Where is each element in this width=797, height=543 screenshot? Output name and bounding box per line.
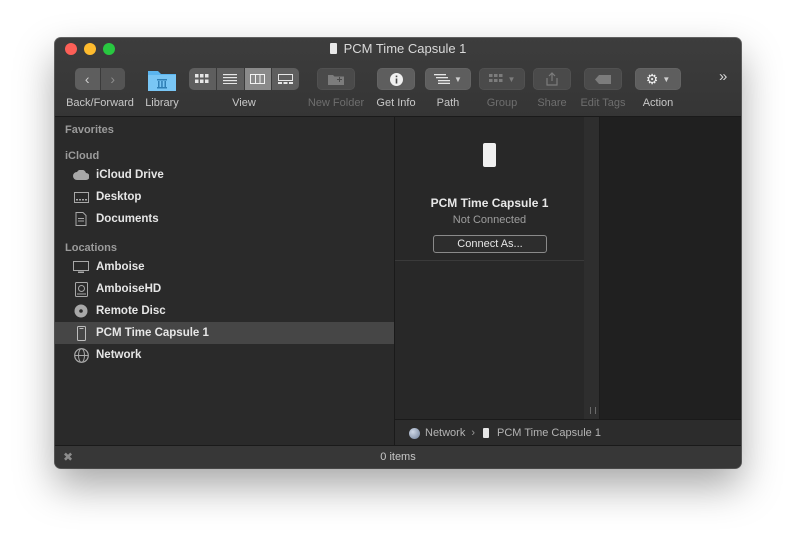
column-divider[interactable] xyxy=(584,117,600,419)
chevron-down-icon: ▼ xyxy=(662,74,671,84)
window-title: PCM Time Capsule 1 xyxy=(55,41,741,57)
gallery-view-button[interactable] xyxy=(272,68,299,90)
sidebar-section-icloud: iCloud xyxy=(65,150,100,162)
chevron-down-icon: ▼ xyxy=(454,74,462,84)
browser-column-preview: PCM Time Capsule 1 Not Connected Connect… xyxy=(395,117,585,419)
sidebar-section-locations: Locations xyxy=(65,242,117,254)
item-count: 0 items xyxy=(380,451,416,463)
path-list-icon xyxy=(434,74,451,84)
chevron-left-icon: ‹ xyxy=(84,71,90,87)
share-button[interactable] xyxy=(533,68,571,90)
path-bar: Network › PCM Time Capsule 1 xyxy=(395,419,741,446)
status-bar: ✖ 0 items xyxy=(55,445,741,468)
new-folder-label: New Folder xyxy=(307,97,365,109)
back-forward-label: Back/Forward xyxy=(66,97,134,109)
sidebar-item-icloud-drive[interactable]: iCloud Drive xyxy=(55,164,394,186)
toolbar: PCM Time Capsule 1 ‹ › Back/Forward Libr… xyxy=(55,38,741,117)
path-item-pcm-time-capsule[interactable]: PCM Time Capsule 1 xyxy=(497,427,601,439)
sidebar: Favorites iCloud iCloud Drive Desktop Do… xyxy=(55,117,395,445)
grid-icon xyxy=(195,74,209,83)
get-info-button[interactable] xyxy=(377,68,415,90)
library-button[interactable] xyxy=(147,66,177,92)
time-capsule-icon xyxy=(73,325,89,341)
connection-status: Not Connected xyxy=(452,214,527,226)
disc-icon xyxy=(73,304,89,318)
action-label: Action xyxy=(642,97,674,109)
sidebar-item-amboisehd[interactable]: AmboiseHD xyxy=(55,278,394,300)
chevron-right-icon: › xyxy=(110,71,116,87)
documents-icon xyxy=(73,212,89,226)
edit-tags-button[interactable] xyxy=(584,68,622,90)
network-globe-icon xyxy=(409,427,420,439)
back-button[interactable]: ‹ xyxy=(75,68,101,90)
new-folder-button[interactable] xyxy=(317,68,355,90)
column-view-button[interactable] xyxy=(244,68,273,90)
gallery-icon xyxy=(278,74,294,84)
sidebar-item-amboise[interactable]: Amboise xyxy=(55,256,394,278)
action-button[interactable]: ⚙ ▼ xyxy=(635,68,681,90)
icon-view-button[interactable] xyxy=(189,68,217,90)
sidebar-section-favorites: Favorites xyxy=(65,124,114,136)
toolbar-overflow-button[interactable]: » xyxy=(719,68,727,85)
hard-disk-icon xyxy=(73,281,89,297)
group-grid-icon xyxy=(488,74,503,82)
sidebar-item-pcm-time-capsule-1[interactable]: PCM Time Capsule 1 xyxy=(55,322,394,344)
sidebar-item-network[interactable]: Network xyxy=(55,344,394,366)
path-label: Path xyxy=(436,97,460,109)
sidebar-item-remote-disc[interactable]: Remote Disc xyxy=(55,300,394,322)
group-label: Group xyxy=(486,97,518,109)
share-label: Share xyxy=(537,97,567,109)
tag-icon xyxy=(595,74,611,84)
forward-button[interactable]: › xyxy=(100,68,125,90)
chevron-down-icon: ▼ xyxy=(507,74,516,84)
browser-column-empty xyxy=(600,117,741,419)
time-capsule-icon xyxy=(483,428,490,438)
columns-icon xyxy=(250,74,266,84)
preview-pane: PCM Time Capsule 1 Not Connected Connect… xyxy=(395,117,584,261)
network-globe-icon xyxy=(73,347,89,363)
path-item-network[interactable]: Network xyxy=(425,427,465,439)
view-control xyxy=(189,68,299,90)
connect-as-button[interactable]: Connect As... xyxy=(433,235,547,253)
get-info-label: Get Info xyxy=(376,97,416,109)
view-label: View xyxy=(232,97,256,109)
column-resize-handle[interactable] xyxy=(590,407,596,414)
group-button[interactable]: ▼ xyxy=(479,68,525,90)
computer-icon xyxy=(73,260,89,274)
desktop-icon xyxy=(73,190,89,204)
sidebar-item-desktop[interactable]: Desktop xyxy=(55,186,394,208)
path-button[interactable]: ▼ xyxy=(425,68,471,90)
cloud-icon xyxy=(73,168,89,182)
finder-window: PCM Time Capsule 1 ‹ › Back/Forward Libr… xyxy=(55,38,741,468)
time-capsule-icon xyxy=(329,43,337,54)
share-icon xyxy=(546,72,558,86)
gear-icon: ⚙ xyxy=(645,70,659,87)
info-icon xyxy=(389,72,403,86)
back-forward-control: ‹ › xyxy=(75,68,125,90)
list-icon xyxy=(223,74,238,84)
library-label: Library xyxy=(145,97,179,109)
preview-title: PCM Time Capsule 1 xyxy=(430,196,549,210)
new-folder-icon xyxy=(328,74,344,85)
edit-tags-label: Edit Tags xyxy=(580,97,626,109)
chevron-right-icon: › xyxy=(471,427,476,439)
time-capsule-large-icon xyxy=(483,143,496,167)
library-folder-icon xyxy=(148,71,176,91)
list-view-button[interactable] xyxy=(217,68,245,90)
sidebar-item-documents[interactable]: Documents xyxy=(55,208,394,230)
